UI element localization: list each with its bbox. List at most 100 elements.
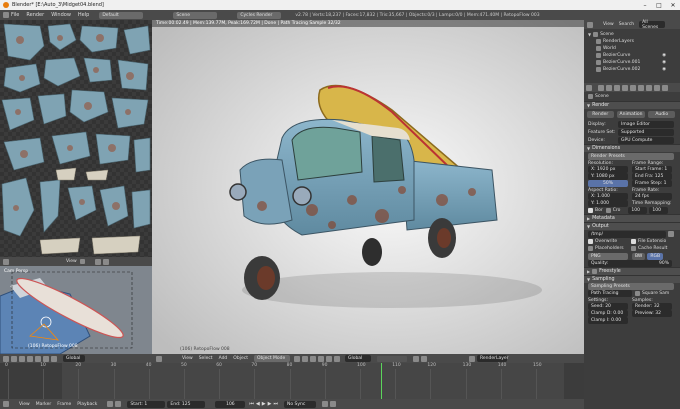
resolution-percent-field[interactable]: 50% xyxy=(588,180,628,187)
remap-new-field[interactable]: 100 xyxy=(649,207,669,214)
aspect-x-field[interactable]: X: 1.000 xyxy=(588,193,628,200)
outliner-tab-view[interactable]: View xyxy=(603,22,614,27)
next-keyframe-icon[interactable]: ▶ xyxy=(268,401,272,407)
feature-set-selector[interactable]: Supported xyxy=(618,128,674,136)
snap-icon[interactable] xyxy=(412,355,419,362)
overwrite-checkbox[interactable] xyxy=(588,239,593,244)
pivot-icon[interactable] xyxy=(19,355,25,362)
viewport-menu-select[interactable]: Select xyxy=(199,356,213,361)
cache-result-checkbox[interactable] xyxy=(631,246,636,251)
rotate-icon[interactable] xyxy=(43,355,49,362)
start-frame-field[interactable]: Start Frame: 1 xyxy=(632,166,672,173)
viewport-menu-view[interactable]: View xyxy=(182,356,193,361)
visibility-eye-icon[interactable]: ◉ xyxy=(662,60,666,65)
proportional-edit-icon[interactable] xyxy=(420,355,427,362)
audio-button[interactable]: Audio xyxy=(648,111,676,118)
view-chevron-icon[interactable] xyxy=(79,259,85,264)
end-frame-input[interactable]: End: 125 xyxy=(167,400,206,408)
auto-keying-icon[interactable] xyxy=(321,401,328,407)
expand-arrow-icon[interactable]: ▼ xyxy=(588,32,591,37)
scale-icon[interactable] xyxy=(51,355,57,362)
outliner-row-curve-001[interactable]: BezierCurve.001 ◉ xyxy=(584,59,680,66)
expand-arrow-icon[interactable]: ▶ xyxy=(587,269,590,274)
preview-samples-field[interactable]: Preview: 32 xyxy=(632,310,672,317)
constraints-tab-icon[interactable] xyxy=(638,84,644,91)
collapse-arrow-icon[interactable]: ▼ xyxy=(587,146,590,151)
sampling-presets-selector[interactable]: Sampling Presets xyxy=(588,283,674,290)
mode-selector[interactable]: Object Mode xyxy=(253,355,290,362)
render-viewport[interactable]: Time:00:02.49 | Mem:139.77M, Peak:169.72… xyxy=(152,20,584,354)
keyframe-type-icon[interactable] xyxy=(329,401,336,407)
menu-window[interactable]: Window xyxy=(51,12,71,18)
file-format-selector[interactable]: PNG xyxy=(588,252,628,260)
rotate-manipulator-icon[interactable] xyxy=(325,355,332,362)
jump-start-icon[interactable]: ⏮ xyxy=(249,401,254,407)
metadata-panel-header[interactable]: ▶ Metadata xyxy=(584,214,680,222)
square-samples-checkbox[interactable] xyxy=(635,291,640,296)
visibility-eye-icon[interactable]: ◉ xyxy=(662,53,666,58)
record-icon[interactable] xyxy=(107,401,114,407)
integrator-selector[interactable]: Path Tracing xyxy=(588,290,632,297)
folder-icon[interactable] xyxy=(668,231,674,237)
maximize-button[interactable]: □ xyxy=(652,2,666,9)
file-extensions-checkbox[interactable] xyxy=(631,239,636,244)
clamp-indirect-field[interactable]: Clamp I: 0.00 xyxy=(588,317,628,324)
resolution-y-field[interactable]: Y: 1080 px xyxy=(588,173,628,180)
quality-slider[interactable]: Quality: 90% xyxy=(588,260,672,267)
expand-arrow-icon[interactable]: ▶ xyxy=(587,216,590,221)
editor-type-icon[interactable] xyxy=(3,12,9,18)
outliner-tab-search[interactable]: Search xyxy=(619,22,634,27)
uv-texture-area[interactable] xyxy=(0,20,152,257)
clamp-direct-field[interactable]: Clamp D: 0.00 xyxy=(588,310,628,317)
translate-icon[interactable] xyxy=(35,355,41,362)
device-selector[interactable]: GPU Compute xyxy=(618,136,674,144)
keying-set-icon[interactable] xyxy=(115,401,122,407)
timeline-menu-view[interactable]: View xyxy=(19,402,30,407)
frame-step-field[interactable]: Frame Step: 1 xyxy=(632,180,672,187)
layout-selector[interactable]: Default xyxy=(99,11,144,19)
translate-manipulator-icon[interactable] xyxy=(317,355,324,362)
remap-old-field[interactable]: 100 xyxy=(628,207,648,214)
material-tab-icon[interactable] xyxy=(654,84,660,91)
modifiers-tab-icon[interactable] xyxy=(646,84,652,91)
animation-button[interactable]: Animation xyxy=(616,111,646,118)
properties-icon[interactable] xyxy=(586,84,592,91)
scale-manipulator-icon[interactable] xyxy=(333,355,340,362)
collapse-arrow-icon[interactable]: ▼ xyxy=(587,277,590,282)
pivot-point-icon[interactable] xyxy=(301,355,308,362)
world-tab-icon[interactable] xyxy=(622,84,628,91)
dimensions-panel-header[interactable]: ▼ Dimensions xyxy=(584,144,680,152)
output-path-field[interactable]: /tmp/ xyxy=(588,230,666,238)
render-layer-selector[interactable]: RenderLayer xyxy=(476,355,509,362)
camera-viewport[interactable]: Cam Persp (106) RetopoFlow 008 xyxy=(0,266,152,354)
render-slot-icon[interactable] xyxy=(94,258,101,265)
rgb-button[interactable]: RGB xyxy=(647,252,664,260)
aspect-y-field[interactable]: Y: 1.000 xyxy=(588,200,628,207)
jump-end-icon[interactable]: ⏭ xyxy=(273,401,278,407)
outliner-row-renderlayers[interactable]: RenderLayers xyxy=(584,38,680,45)
viewport-shading-icon[interactable] xyxy=(293,355,300,362)
seed-field[interactable]: Seed: 20 xyxy=(588,303,628,310)
render-layers-tab-icon[interactable] xyxy=(606,84,612,91)
viewport-menu-object[interactable]: Object xyxy=(233,356,248,361)
bw-button[interactable]: BW xyxy=(632,252,646,260)
render-samples-field[interactable]: Render: 32 xyxy=(632,303,672,310)
3d-view-editor-icon[interactable] xyxy=(156,355,162,362)
timeline-menu-playback[interactable]: Playback xyxy=(77,402,97,407)
visibility-eye-icon[interactable]: ◉ xyxy=(662,67,666,72)
manipulator-icon[interactable] xyxy=(309,355,316,362)
render-presets-selector[interactable]: Render Presets xyxy=(588,152,674,160)
menu-help[interactable]: Help xyxy=(78,12,89,18)
output-panel-header[interactable]: ▼ Output xyxy=(584,222,680,230)
display-selector[interactable]: Image Editor xyxy=(618,120,674,128)
current-frame-cursor[interactable] xyxy=(381,363,383,399)
prev-keyframe-icon[interactable]: ◀ xyxy=(256,401,260,407)
end-frame-field[interactable]: End Fra: 125 xyxy=(632,173,672,180)
scene-selector[interactable]: Scene xyxy=(173,11,218,19)
orientation-field[interactable]: Global xyxy=(63,355,85,362)
timeline-area[interactable]: 0 10 20 30 40 50 60 70 80 90 100 110 120 130 140 150 xyxy=(0,363,584,399)
3d-view-icon[interactable] xyxy=(3,355,9,362)
sampling-panel-header[interactable]: ▼ Sampling xyxy=(584,275,680,283)
texture-tab-icon[interactable] xyxy=(662,84,668,91)
render-engine-selector[interactable]: Cycles Render xyxy=(237,11,282,19)
